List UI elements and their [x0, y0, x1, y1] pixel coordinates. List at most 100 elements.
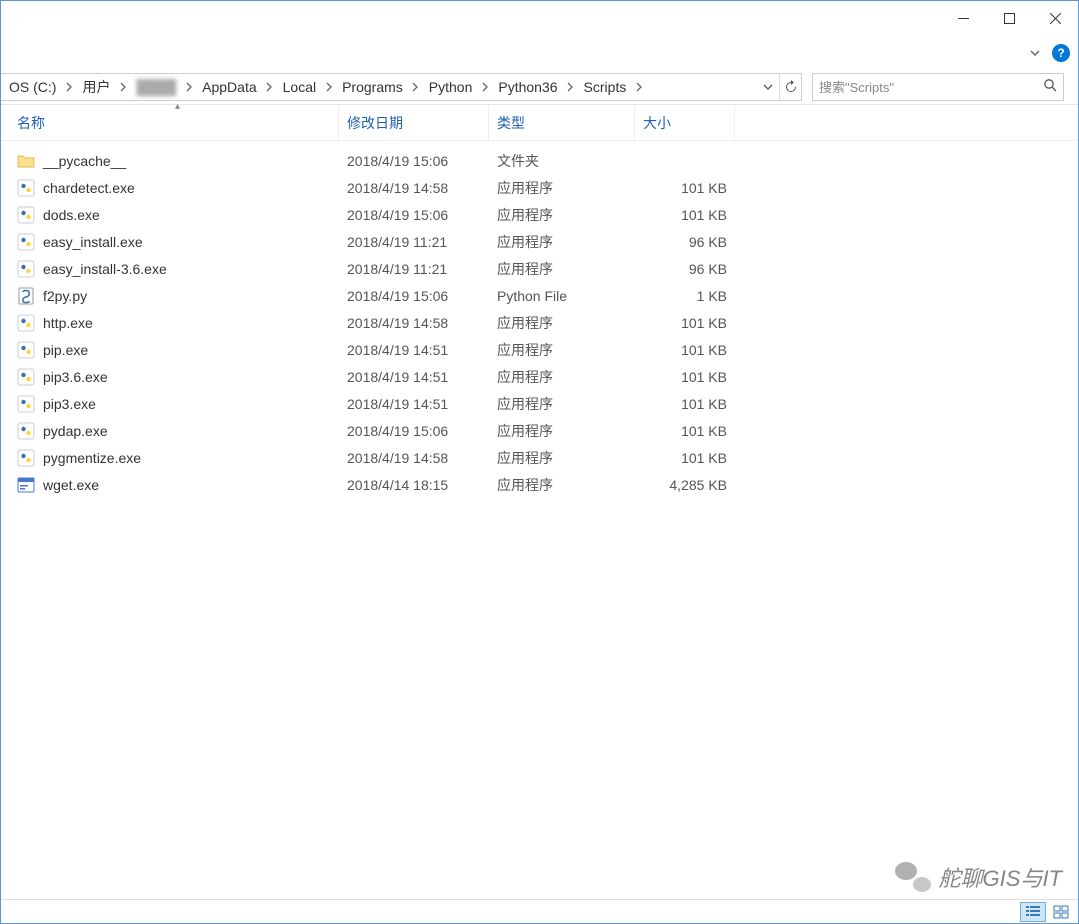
chevron-right-icon[interactable] [409, 82, 423, 92]
file-row[interactable]: chardetect.exe2018/4/19 14:58应用程序101 KB [1, 174, 1078, 201]
titlebar [1, 1, 1078, 36]
file-type: 应用程序 [489, 421, 635, 441]
file-name-cell: pydap.exe [17, 422, 339, 440]
file-name: dods.exe [43, 207, 100, 223]
column-type[interactable]: 类型 [489, 105, 635, 140]
column-headers: ▴ 名称 修改日期 类型 大小 [1, 105, 1078, 141]
file-name: pip3.6.exe [43, 369, 108, 385]
help-button[interactable]: ? [1052, 44, 1070, 62]
file-name: f2py.py [43, 288, 87, 304]
file-name-cell: f2py.py [17, 287, 339, 305]
breadcrumb-part[interactable]: 用户 [76, 74, 116, 100]
file-row[interactable]: pygmentize.exe2018/4/19 14:58应用程序101 KB [1, 444, 1078, 471]
exe-icon [17, 341, 35, 359]
file-row[interactable]: f2py.py2018/4/19 15:06Python File1 KB [1, 282, 1078, 309]
file-size: 101 KB [635, 315, 735, 331]
column-size[interactable]: 大小 [635, 105, 735, 140]
chevron-right-icon[interactable] [116, 82, 130, 92]
file-type: 应用程序 [489, 340, 635, 360]
file-size: 101 KB [635, 207, 735, 223]
file-date: 2018/4/19 15:06 [339, 288, 489, 304]
breadcrumb-part[interactable]: Programs [336, 74, 409, 100]
file-size: 1 KB [635, 288, 735, 304]
column-date[interactable]: 修改日期 [339, 105, 489, 140]
file-name-cell: pygmentize.exe [17, 449, 339, 467]
breadcrumb-part[interactable]: Local [277, 74, 322, 100]
ribbon-collapse-button[interactable] [1024, 42, 1046, 64]
file-size: 101 KB [635, 450, 735, 466]
search-input[interactable]: 搜索"Scripts" [812, 73, 1064, 101]
chevron-right-icon[interactable] [263, 82, 277, 92]
exe-icon [17, 233, 35, 251]
watermark-text: 舵聊GIS与IT [939, 861, 1062, 893]
exe-icon [17, 179, 35, 197]
breadcrumb[interactable]: OS (C:) 用户 ████ AppData Local Programs Python P… [1, 73, 802, 101]
file-row[interactable]: pip3.exe2018/4/19 14:51应用程序101 KB [1, 390, 1078, 417]
file-row[interactable]: dods.exe 2018/4/19 15:06应用程序101 KB [1, 201, 1078, 228]
file-size: 101 KB [635, 342, 735, 358]
file-name-cell: easy_install.exe [17, 233, 339, 251]
chevron-right-icon[interactable] [632, 82, 646, 92]
file-name-cell: pip3.exe [17, 395, 339, 413]
file-date: 2018/4/19 14:51 [339, 369, 489, 385]
file-date: 2018/4/19 14:51 [339, 396, 489, 412]
breadcrumb-part[interactable]: Python [423, 74, 479, 100]
thumbnails-view-button[interactable] [1048, 902, 1074, 922]
file-size: 101 KB [635, 369, 735, 385]
file-date: 2018/4/19 14:58 [339, 450, 489, 466]
exe-icon [17, 395, 35, 413]
file-row[interactable]: pip.exe2018/4/19 14:51应用程序101 KB [1, 336, 1078, 363]
file-row[interactable]: http.exe 2018/4/19 14:58应用程序101 KB [1, 309, 1078, 336]
file-date: 2018/4/19 15:06 [339, 207, 489, 223]
file-date: 2018/4/19 11:21 [339, 234, 489, 250]
file-size: 96 KB [635, 234, 735, 250]
file-size: 96 KB [635, 261, 735, 277]
file-type: 应用程序 [489, 313, 635, 333]
chevron-right-icon[interactable] [62, 82, 76, 92]
file-name: __pycache__ [43, 153, 126, 169]
chevron-right-icon[interactable] [182, 82, 196, 92]
breadcrumb-part[interactable]: OS (C:) [3, 74, 62, 100]
close-button[interactable] [1032, 3, 1078, 35]
file-date: 2018/4/19 14:58 [339, 315, 489, 331]
file-type: 应用程序 [489, 205, 635, 225]
file-type: 应用程序 [489, 259, 635, 279]
statusbar [1, 899, 1078, 923]
file-name-cell: pip.exe [17, 341, 339, 359]
refresh-button[interactable] [779, 74, 801, 100]
maximize-button[interactable] [986, 3, 1032, 35]
breadcrumb-part[interactable]: Scripts [578, 74, 633, 100]
file-name-cell: http.exe [17, 314, 339, 332]
file-type: 应用程序 [489, 178, 635, 198]
exe-icon [17, 368, 35, 386]
file-name: pygmentize.exe [43, 450, 141, 466]
address-row: OS (C:) 用户 ████ AppData Local Programs Python P… [1, 69, 1078, 105]
minimize-button[interactable] [940, 3, 986, 35]
file-row[interactable]: easy_install.exe2018/4/19 11:21应用程序96 KB [1, 228, 1078, 255]
file-type: 文件夹 [489, 151, 635, 171]
file-row[interactable]: pydap.exe2018/4/19 15:06应用程序101 KB [1, 417, 1078, 444]
file-name: http.exe [43, 315, 93, 331]
file-name: pip3.exe [43, 396, 96, 412]
file-row[interactable]: pip3.6.exe2018/4/19 14:51应用程序101 KB [1, 363, 1078, 390]
chevron-right-icon[interactable] [478, 82, 492, 92]
file-name: easy_install.exe [43, 234, 143, 250]
chevron-right-icon[interactable] [564, 82, 578, 92]
details-view-button[interactable] [1020, 902, 1046, 922]
column-name[interactable]: ▴ 名称 [17, 105, 339, 140]
file-row[interactable]: easy_install-3.6.exe2018/4/19 11:21应用程序9… [1, 255, 1078, 282]
file-type: 应用程序 [489, 475, 635, 495]
breadcrumb-part[interactable]: AppData [196, 74, 262, 100]
chevron-right-icon[interactable] [322, 82, 336, 92]
file-row[interactable]: __pycache__2018/4/19 15:06文件夹 [1, 147, 1078, 174]
file-row[interactable]: wget.exe2018/4/14 18:15应用程序4,285 KB [1, 471, 1078, 498]
breadcrumb-part[interactable]: Python36 [492, 74, 563, 100]
exe-icon [17, 449, 35, 467]
file-name: pip.exe [43, 342, 88, 358]
sort-ascending-icon: ▴ [175, 101, 180, 112]
file-name: pydap.exe [43, 423, 108, 439]
breadcrumb-part[interactable]: ████ [130, 74, 182, 100]
breadcrumb-dropdown-button[interactable] [757, 74, 779, 100]
file-name-cell: pip3.6.exe [17, 368, 339, 386]
file-name: chardetect.exe [43, 180, 135, 196]
